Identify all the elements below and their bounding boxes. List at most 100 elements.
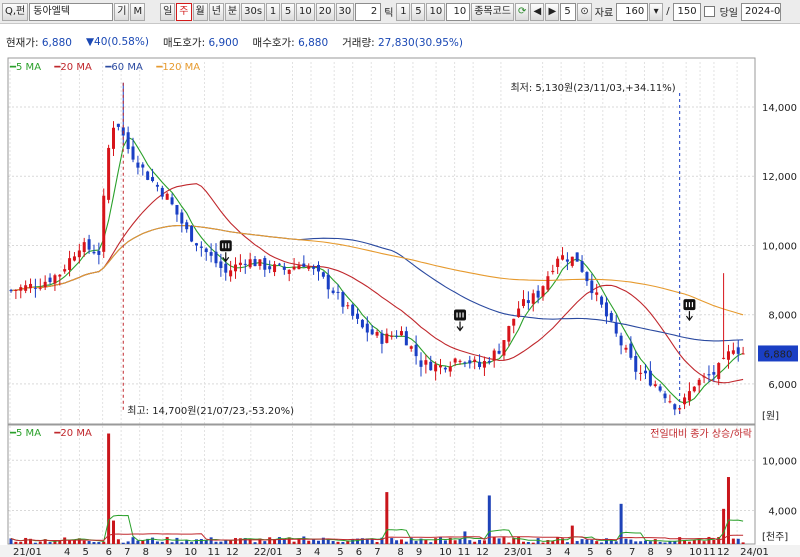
candle-body	[136, 162, 140, 168]
volume-bar	[263, 541, 267, 544]
refresh-icon[interactable]: ⟳	[515, 2, 530, 21]
volume-bar	[561, 538, 565, 544]
volume-bar	[570, 525, 574, 544]
stock-search-button[interactable]: Q,펀	[2, 2, 29, 21]
candle-body	[653, 384, 657, 387]
tick-count-field[interactable]: 2	[355, 2, 382, 21]
x-tick-label: 3	[546, 547, 552, 557]
tick-label: 틱	[384, 8, 394, 19]
tick-option-1[interactable]: 5	[411, 2, 426, 21]
x-tick-label: 5	[82, 547, 88, 557]
volume-bar	[82, 540, 86, 544]
price-legend-3: ━120 MA	[155, 62, 200, 73]
volume-bar	[199, 538, 203, 544]
period-button-0[interactable]: 일	[160, 2, 176, 21]
volume-bar	[653, 539, 657, 544]
candle-body	[346, 305, 350, 307]
period-button-10[interactable]: 30	[335, 2, 355, 21]
volume-bar	[531, 542, 535, 544]
next-arrow-icon[interactable]: ▶	[545, 2, 560, 21]
gi-button[interactable]: 기	[114, 2, 130, 21]
volume-bar	[253, 542, 257, 544]
volume-bar	[336, 541, 340, 544]
volume-bar	[453, 540, 457, 544]
candle-body	[478, 361, 482, 368]
candle-body	[497, 350, 501, 354]
candle-body	[29, 283, 33, 289]
chevron-down-icon[interactable]: ▾	[649, 2, 664, 21]
prev-arrow-icon[interactable]: ◀	[530, 2, 545, 21]
candle-body	[697, 379, 701, 386]
x-tick-label: 7	[374, 547, 380, 557]
volume-note: 전일대비 종가 상승/하락	[650, 427, 752, 440]
period-button-8[interactable]: 10	[296, 2, 315, 21]
candle-body	[590, 280, 594, 294]
candle-body	[131, 146, 135, 160]
tick-option-2[interactable]: 10	[426, 2, 446, 21]
x-tick-label: 5	[587, 547, 593, 557]
period-button-2[interactable]: 월	[192, 2, 208, 21]
candle-body	[600, 296, 604, 305]
date-field[interactable]: 2024-0	[740, 2, 781, 21]
step-field[interactable]: 5	[560, 2, 577, 21]
volume-bar	[434, 538, 438, 544]
candle-body	[126, 132, 130, 150]
candle-body	[194, 243, 198, 246]
candle-body	[326, 274, 330, 290]
candle-body	[609, 312, 613, 321]
volume-bar	[395, 540, 399, 544]
x-tick-label: 8	[647, 547, 653, 557]
volume-bar	[639, 541, 643, 544]
volume-bar	[312, 539, 316, 544]
volume-bar	[424, 539, 428, 544]
period-button-1[interactable]: 주	[176, 2, 192, 21]
candle-body	[19, 287, 23, 291]
candle-body	[331, 290, 335, 293]
candle-body	[707, 374, 711, 376]
volume-bar	[439, 537, 443, 544]
x-tick-label: 4	[64, 547, 70, 557]
data-count-select[interactable]: 160	[616, 2, 649, 21]
period-button-3[interactable]: 년	[208, 2, 224, 21]
x-tick-label: 8	[143, 547, 149, 557]
volume-bar	[731, 538, 735, 544]
period-button-6[interactable]: 1	[266, 2, 281, 21]
candle-body	[395, 335, 399, 337]
menu-m-button[interactable]: M	[130, 2, 146, 21]
candle-body	[146, 171, 150, 180]
volume-bar	[575, 541, 579, 544]
period-button-5[interactable]: 30s	[241, 2, 266, 21]
candle-body	[390, 335, 394, 337]
candle-body	[644, 370, 648, 374]
candle-body	[48, 277, 52, 282]
candle-body	[551, 270, 555, 273]
candle-body	[531, 293, 535, 304]
zoom-icon[interactable]: ⊙	[577, 2, 592, 21]
candle-body	[356, 313, 360, 319]
tick-options: 1 5 10	[396, 2, 446, 21]
candle-body	[292, 266, 296, 270]
candle-body	[507, 326, 511, 342]
candle-body	[302, 263, 306, 267]
period-button-7[interactable]: 5	[281, 2, 296, 21]
stock-chart[interactable]: 최고: 14,700원(21/07/23,-53.20%) 최저: 5,130원(…	[0, 55, 800, 557]
period-button-9[interactable]: 20	[315, 2, 335, 21]
x-tick-label: 6	[106, 547, 112, 557]
candle-body	[614, 322, 618, 334]
candle-body	[360, 319, 364, 328]
x-tick-label: 22/01	[254, 547, 283, 557]
candle-body	[102, 195, 106, 252]
stock-code-button[interactable]: 종목코드	[471, 2, 514, 21]
slash-label: /	[666, 6, 670, 17]
candle-body	[287, 269, 291, 274]
candle-body	[541, 286, 545, 297]
tick-option-0[interactable]: 1	[396, 2, 411, 21]
today-checkbox[interactable]	[703, 6, 715, 17]
volume-bar	[663, 542, 667, 544]
period-button-4[interactable]: 분	[224, 2, 241, 21]
tick-custom-field[interactable]: 10	[446, 2, 471, 21]
candle-body	[234, 264, 238, 272]
stock-name-field[interactable]: 동아엘텍	[29, 2, 114, 21]
volume-bar	[702, 541, 706, 544]
candle-body	[316, 264, 320, 272]
